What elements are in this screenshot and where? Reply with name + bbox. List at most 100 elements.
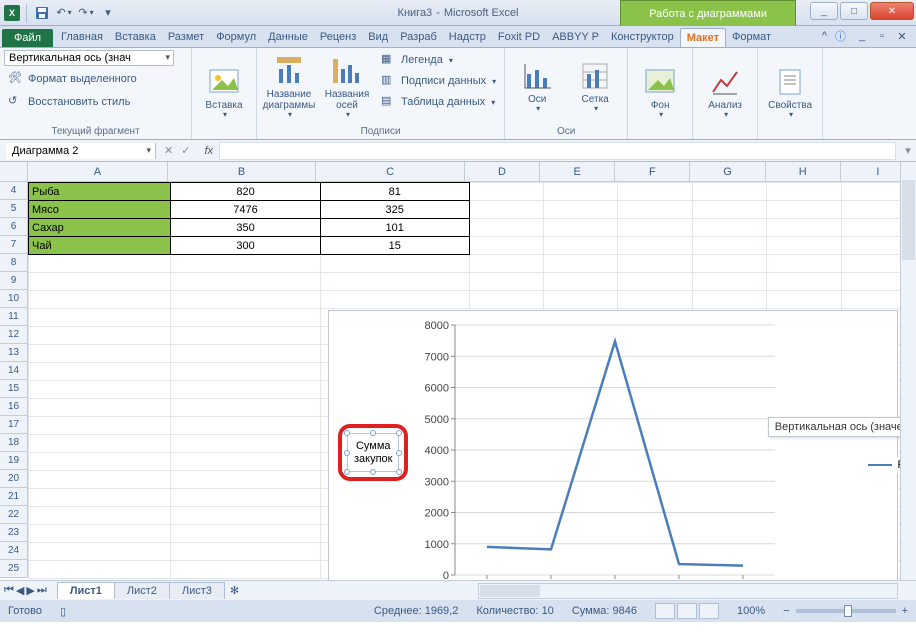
cell[interactable] (618, 183, 692, 201)
column-header[interactable]: G (690, 162, 765, 181)
data-labels-button[interactable]: ▥Подписи данных▾ (377, 71, 500, 91)
data-table-button[interactable]: ▤Таблица данных▾ (377, 92, 500, 112)
cell[interactable]: 300 (171, 237, 321, 255)
cell[interactable] (543, 291, 617, 309)
row-header[interactable]: 4 (0, 182, 28, 200)
cell[interactable] (29, 435, 171, 453)
cell[interactable]: 820 (171, 183, 321, 201)
cell[interactable] (171, 273, 321, 291)
cell[interactable]: 350 (171, 219, 321, 237)
name-box[interactable]: Диаграмма 2 (6, 143, 156, 159)
row-header[interactable]: 21 (0, 488, 28, 506)
sheet-tab[interactable]: Лист3 (169, 582, 225, 599)
last-sheet-button[interactable]: ⏭ (37, 584, 47, 597)
cell[interactable] (29, 471, 171, 489)
axis-titles-button[interactable]: Названия осей▾ (319, 50, 375, 124)
cell[interactable] (618, 237, 692, 255)
cell[interactable]: Сахар (29, 219, 171, 237)
tab-надстр[interactable]: Надстр (443, 28, 492, 47)
normal-view-button[interactable] (655, 603, 675, 619)
row-header[interactable]: 16 (0, 398, 28, 416)
gridlines-button[interactable]: Сетка▾ (567, 50, 623, 124)
help-button[interactable]: ⓘ (835, 28, 846, 44)
cell[interactable] (618, 255, 692, 273)
tab-формул[interactable]: Формул (210, 28, 262, 47)
cell[interactable] (469, 291, 543, 309)
cell[interactable] (29, 561, 171, 579)
properties-button[interactable]: Свойства▾ (762, 50, 818, 135)
cell[interactable] (320, 273, 469, 291)
qat-customize-button[interactable]: ▾ (99, 4, 117, 22)
doc-close-button[interactable]: ✕ (894, 29, 910, 43)
accept-formula-button[interactable]: ✓ (181, 144, 190, 157)
cell[interactable] (320, 291, 469, 309)
cell[interactable] (171, 417, 321, 435)
cell[interactable] (29, 381, 171, 399)
cell[interactable] (171, 435, 321, 453)
vertical-scrollbar[interactable] (900, 162, 916, 580)
analysis-button[interactable]: Анализ▾ (697, 50, 753, 135)
cell[interactable] (618, 273, 692, 291)
save-button[interactable] (33, 4, 51, 22)
cell[interactable] (692, 237, 766, 255)
page-layout-view-button[interactable] (677, 603, 697, 619)
horizontal-scrollbar[interactable] (478, 583, 898, 599)
cell[interactable] (767, 219, 841, 237)
cell[interactable] (29, 525, 171, 543)
y-axis-title[interactable]: Суммазакупок (347, 433, 399, 472)
redo-button[interactable]: ↷▾ (77, 4, 95, 22)
cell[interactable] (618, 201, 692, 219)
background-button[interactable]: Фон▾ (632, 50, 688, 135)
cell[interactable] (767, 273, 841, 291)
cell[interactable] (543, 255, 617, 273)
tab-конструктор[interactable]: Конструктор (605, 28, 680, 47)
cell[interactable] (171, 255, 321, 273)
row-header[interactable]: 18 (0, 434, 28, 452)
cell[interactable] (469, 273, 543, 291)
cell[interactable] (692, 183, 766, 201)
cell[interactable] (469, 201, 543, 219)
format-selection-button[interactable]: 🛠Формат выделенного (4, 69, 174, 89)
cell[interactable] (543, 183, 617, 201)
cell[interactable] (29, 453, 171, 471)
cell[interactable] (171, 309, 321, 327)
maximize-button[interactable]: □ (840, 2, 868, 20)
close-button[interactable]: ✕ (870, 2, 914, 20)
cell[interactable] (767, 201, 841, 219)
cell[interactable] (171, 345, 321, 363)
cancel-formula-button[interactable]: ✕ (164, 144, 173, 157)
cell[interactable] (469, 237, 543, 255)
cell[interactable] (29, 507, 171, 525)
cell[interactable] (171, 525, 321, 543)
tab-вставка[interactable]: Вставка (109, 28, 162, 47)
cell[interactable] (171, 489, 321, 507)
sheet-tab[interactable]: Лист1 (57, 582, 115, 599)
cell[interactable] (618, 219, 692, 237)
cell[interactable] (29, 327, 171, 345)
row-header[interactable]: 10 (0, 290, 28, 308)
row-header[interactable]: 24 (0, 542, 28, 560)
row-header[interactable]: 12 (0, 326, 28, 344)
tab-формат[interactable]: Формат (726, 28, 777, 47)
axes-button[interactable]: Оси▾ (509, 50, 565, 124)
cell[interactable]: Мясо (29, 201, 171, 219)
row-header[interactable]: 7 (0, 236, 28, 254)
next-sheet-button[interactable]: ▶ (26, 584, 34, 597)
cell[interactable] (692, 201, 766, 219)
cell[interactable] (29, 417, 171, 435)
insert-button[interactable]: Вставка▾ (196, 50, 252, 135)
cell[interactable] (171, 381, 321, 399)
column-header[interactable]: E (540, 162, 615, 181)
cell[interactable] (543, 201, 617, 219)
cell[interactable] (29, 291, 171, 309)
cell[interactable] (29, 363, 171, 381)
cell[interactable] (171, 327, 321, 345)
reset-style-button[interactable]: ↺Восстановить стиль (4, 92, 174, 112)
row-header[interactable]: 15 (0, 380, 28, 398)
first-sheet-button[interactable]: ⏮ (4, 584, 14, 597)
tab-abbyy p[interactable]: ABBYY P (546, 28, 605, 47)
cell[interactable] (171, 399, 321, 417)
tab-главная[interactable]: Главная (55, 28, 109, 47)
tab-разраб[interactable]: Разраб (394, 28, 443, 47)
undo-button[interactable]: ↶▾ (55, 4, 73, 22)
